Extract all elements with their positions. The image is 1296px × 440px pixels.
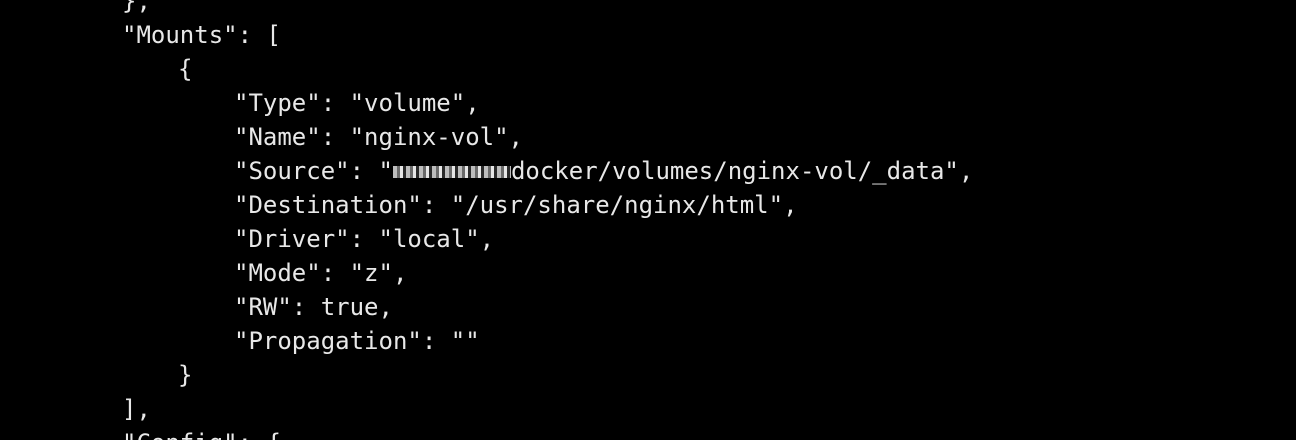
line-close-brace: } <box>178 361 193 389</box>
terminal-window[interactable]: }, "Mounts": [ { "Type": "volume", "Name… <box>0 0 1296 440</box>
line-open-brace: { <box>178 55 193 83</box>
line-type: "Type": "volume", <box>234 89 480 117</box>
line-driver: "Driver": "local", <box>234 225 495 253</box>
line-destination: "Destination": "/usr/share/nginx/html", <box>234 191 798 219</box>
line-rw: "RW": true, <box>234 293 393 321</box>
source-prefix: "Source": " <box>234 157 393 185</box>
docker-inspect-output: }, "Mounts": [ { "Type": "volume", "Name… <box>0 0 1296 440</box>
line-config-key: "Config": { <box>0 426 1296 440</box>
line-propagation: "Propagation": "" <box>234 327 480 355</box>
line-previous-close: }, <box>122 0 151 15</box>
line-mounts-key: "Mounts": [ <box>122 21 281 49</box>
line-source: "Source": " docker/volumes/nginx-vol/_dat… <box>0 154 1296 188</box>
line-name: "Name": "nginx-vol", <box>234 123 523 151</box>
redacted-path <box>392 166 511 178</box>
line-mode: "Mode": "z", <box>234 259 408 287</box>
source-suffix: docker/volumes/nginx-vol/_data", <box>510 157 974 185</box>
line-close-bracket: ], <box>122 395 151 423</box>
